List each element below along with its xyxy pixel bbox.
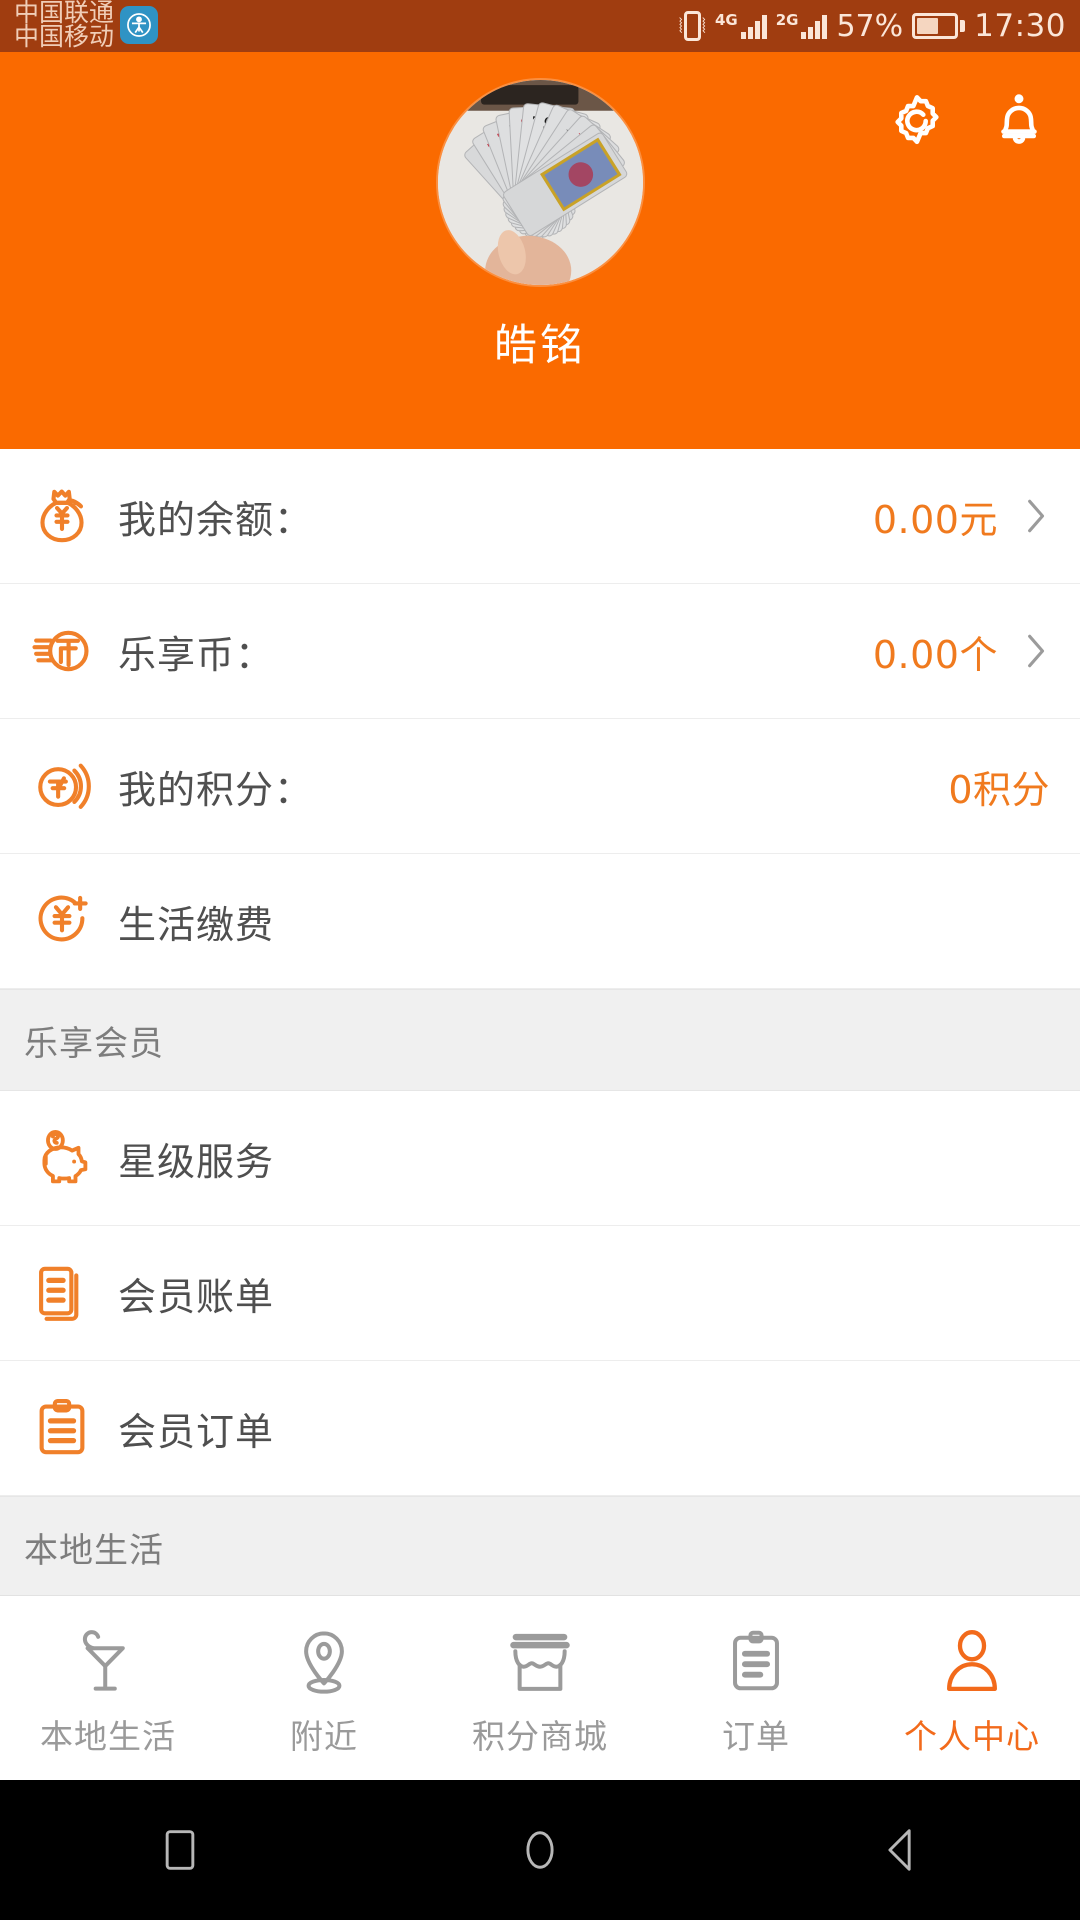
coin-icon <box>24 613 100 689</box>
person-icon <box>935 1618 1009 1700</box>
tab-label: 个人中心 <box>904 1717 1040 1756</box>
gear-icon[interactable] <box>884 88 950 154</box>
status-bar-right: ⦚ ⦚ 4G 2G 57% 17:30 <box>679 8 1066 44</box>
row-value: 0.00个 <box>872 632 998 677</box>
row-member-order[interactable]: 会员订单 <box>0 1361 1080 1496</box>
status-bar: 中国联通 中国移动 ⦚ ⦚ 4G 2G 57% 17:30 <box>0 0 1080 52</box>
profile-header: 7 7 5 ♣ 2 ♥ 7 ♣ 9 ♣ ♣ <box>0 52 1080 449</box>
network-4g-indicator: 4G <box>715 13 767 39</box>
row-member-bill[interactable]: 会员账单 <box>0 1226 1080 1361</box>
points-icon <box>24 748 100 824</box>
shop-icon <box>503 1618 577 1700</box>
triangle-back-icon[interactable] <box>825 1780 975 1920</box>
android-navigation-bar <box>0 1780 1080 1920</box>
row-label: 会员账单 <box>118 1274 275 1319</box>
row-label: 我的余额： <box>118 497 314 542</box>
status-bar-clock: 17:30 <box>974 8 1066 44</box>
bill-icon <box>24 1255 100 1331</box>
network-2g-indicator: 2G <box>776 13 828 39</box>
row-lexiang-coin[interactable]: 乐享币： 0.00个 <box>0 584 1080 719</box>
clipboard-icon <box>24 1390 100 1466</box>
row-label: 星级服务 <box>118 1139 275 1184</box>
chevron-right-icon <box>1024 629 1050 673</box>
row-label: 生活缴费 <box>118 902 275 947</box>
square-recents-icon[interactable] <box>105 1780 255 1920</box>
row-value: 0.00元 <box>872 497 998 542</box>
row-my-points[interactable]: 我的积分： 0积分 <box>0 719 1080 854</box>
tab-label: 附近 <box>290 1717 358 1756</box>
section-header-local-life: 本地生活 <box>0 1496 1080 1598</box>
bell-icon[interactable] <box>986 88 1052 154</box>
tab-local-life[interactable]: 本地生活 <box>0 1618 216 1758</box>
row-my-balance[interactable]: 我的余额： 0.00元 <box>0 449 1080 584</box>
row-label: 会员订单 <box>118 1409 275 1454</box>
network-4g-label: 4G <box>714 11 738 29</box>
tab-label: 订单 <box>722 1717 790 1756</box>
status-bar-left: 中国联通 中国移动 <box>14 0 159 52</box>
circle-home-icon[interactable] <box>465 1780 615 1920</box>
tab-nearby[interactable]: 附近 <box>216 1618 432 1758</box>
battery-icon <box>912 13 966 39</box>
profile-list: 我的余额： 0.00元 乐享币： 0.00个 我的积分： 0积分 生活缴费 乐享… <box>0 449 1080 1658</box>
money-bag-icon <box>24 478 100 554</box>
row-star-service[interactable]: 星级服务 <box>0 1091 1080 1226</box>
section-header-member: 乐享会员 <box>0 989 1080 1091</box>
username: 皓铭 <box>494 321 586 371</box>
tab-label: 本地生活 <box>40 1717 176 1756</box>
section-title: 乐享会员 <box>24 1023 164 1064</box>
carrier-secondary: 中国移动 <box>14 21 115 51</box>
pay-yuan-icon <box>24 883 100 959</box>
section-title: 本地生活 <box>24 1530 164 1571</box>
map-pin-icon <box>287 1618 361 1700</box>
bottom-tab-bar: 本地生活 附近 积分商城 订单 个人中心 <box>0 1595 1080 1780</box>
avatar-photo: 7 7 5 ♣ 2 ♥ 7 ♣ 9 ♣ ♣ <box>437 80 643 285</box>
row-label: 我的积分： <box>118 767 314 812</box>
network-2g-label: 2G <box>775 11 799 29</box>
battery-percent-label: 57% <box>836 8 904 44</box>
piggy-bank-icon <box>24 1120 100 1196</box>
row-label: 乐享币： <box>118 632 275 677</box>
cocktail-icon <box>71 1618 145 1700</box>
person-app-icon <box>120 6 159 44</box>
row-life-payment[interactable]: 生活缴费 <box>0 854 1080 989</box>
chevron-right-icon <box>1024 494 1050 538</box>
tab-profile[interactable]: 个人中心 <box>864 1618 1080 1758</box>
phone-screen: 中国联通 中国移动 ⦚ ⦚ 4G 2G 57% 17:30 皓铭 我的余额： 0… <box>0 0 1080 1920</box>
order-icon <box>719 1618 793 1700</box>
tab-points-mall[interactable]: 积分商城 <box>432 1618 648 1758</box>
vibrate-icon: ⦚ ⦚ <box>679 11 706 41</box>
avatar[interactable]: 7 7 5 ♣ 2 ♥ 7 ♣ 9 ♣ ♣ <box>437 80 643 285</box>
tab-label: 积分商城 <box>472 1717 608 1756</box>
carrier-labels: 中国联通 中国移动 <box>14 0 115 51</box>
header-actions <box>884 88 1052 154</box>
tab-orders[interactable]: 订单 <box>648 1618 864 1758</box>
row-value: 0积分 <box>948 767 1050 812</box>
